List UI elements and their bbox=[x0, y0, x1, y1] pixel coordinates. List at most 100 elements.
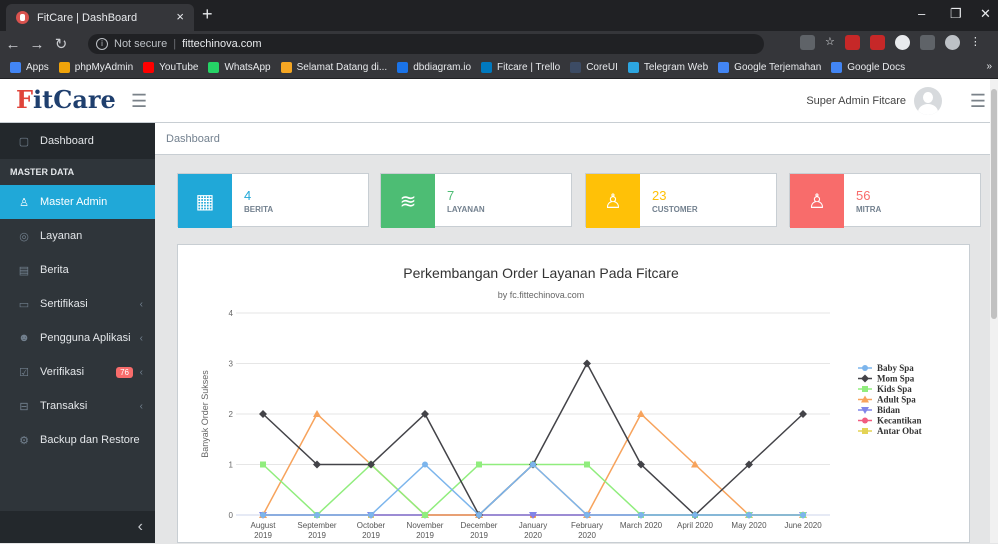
bookmark-label: Google Terjemahan bbox=[734, 62, 822, 73]
tab-close-icon[interactable]: × bbox=[176, 9, 184, 24]
bookmark-label: YouTube bbox=[159, 62, 199, 73]
sidebar-collapse-button[interactable]: ‹ bbox=[0, 511, 155, 543]
data-point-baby-spa[interactable] bbox=[314, 512, 320, 518]
bookmark-coreui[interactable]: CoreUI bbox=[570, 62, 618, 73]
sidebar-item-sertifikasi[interactable]: ▭ Sertifikasi ‹ bbox=[0, 287, 155, 321]
y-tick-label: 3 bbox=[229, 360, 234, 369]
new-tab-button[interactable]: + bbox=[202, 4, 213, 25]
sidebar-item-layanan[interactable]: ◎ Layanan bbox=[0, 219, 155, 253]
bookmark-youtube[interactable]: YouTube bbox=[143, 62, 198, 73]
close-window-icon[interactable]: ✕ bbox=[980, 6, 991, 22]
sidebar-item-label: Layanan bbox=[40, 230, 83, 242]
data-point-baby-spa[interactable] bbox=[368, 512, 374, 518]
data-point-baby-spa[interactable] bbox=[800, 512, 806, 518]
data-point-baby-spa[interactable] bbox=[746, 512, 752, 518]
data-point-baby-spa[interactable] bbox=[422, 461, 428, 468]
bookmark-selamat-datang-di[interactable]: Selamat Datang di... bbox=[280, 62, 388, 73]
data-point-baby-spa[interactable] bbox=[476, 512, 482, 518]
legend-item-bidan[interactable]: Bidan bbox=[858, 405, 900, 415]
legend-label: Mom Spa bbox=[877, 374, 915, 384]
legend-marker[interactable] bbox=[862, 386, 868, 392]
info-icon[interactable]: i bbox=[96, 38, 108, 50]
avatar[interactable] bbox=[914, 87, 942, 115]
record-icon[interactable] bbox=[894, 35, 910, 50]
sidebar-item-label: Berita bbox=[40, 264, 69, 276]
bookmark-google-terjemahan[interactable]: Google Terjemahan bbox=[718, 62, 821, 73]
address-bar[interactable]: i Not secure | fittechinova.com bbox=[88, 34, 764, 54]
browser-tab[interactable]: FitCare | DashBoard × bbox=[6, 4, 194, 31]
sidebar-item-verifikasi[interactable]: ☑ Verifikasi 76 ‹ bbox=[0, 355, 155, 389]
bookmark-google-docs[interactable]: Google Docs bbox=[831, 62, 905, 73]
legend-marker[interactable] bbox=[862, 417, 868, 424]
bookmark-apps[interactable]: Apps bbox=[10, 62, 49, 73]
sidebar-item-transaksi[interactable]: ⊟ Transaksi ‹ bbox=[0, 389, 155, 423]
bookmark-dbdiagram-io[interactable]: dbdiagram.io bbox=[397, 62, 471, 73]
data-point-kids-spa[interactable] bbox=[260, 461, 266, 468]
legend-item-kids-spa[interactable]: Kids Spa bbox=[858, 384, 912, 394]
scrollbar-thumb[interactable] bbox=[991, 89, 997, 319]
sidebar-item-dashboard[interactable]: ▢ Dashboard bbox=[0, 123, 155, 159]
bookmark-icon bbox=[143, 62, 155, 73]
data-point-baby-spa[interactable] bbox=[692, 512, 698, 518]
fitcare-logo[interactable]: FitCare bbox=[16, 85, 116, 114]
sidebar-item-master-admin[interactable]: ♙ Master Admin bbox=[0, 185, 155, 219]
sidebar-item-backup-dan-restore[interactable]: ⚙ Backup dan Restore bbox=[0, 423, 155, 457]
minimize-icon[interactable]: – bbox=[918, 6, 925, 21]
data-point-baby-spa[interactable] bbox=[260, 512, 266, 518]
legend-label: Antar Obat bbox=[877, 426, 922, 436]
bookmark-whatsapp[interactable]: WhatsApp bbox=[208, 62, 271, 73]
reload-icon[interactable]: ↻ bbox=[50, 35, 72, 53]
data-point-kids-spa[interactable] bbox=[422, 512, 428, 518]
legend-marker[interactable] bbox=[861, 374, 869, 383]
data-point-baby-spa[interactable] bbox=[584, 512, 590, 518]
bookmarks-more-icon[interactable]: » bbox=[986, 61, 992, 72]
legend-item-baby-spa[interactable]: Baby Spa bbox=[858, 363, 914, 373]
stat-card-customer: ♙ 23 CUSTOMER bbox=[585, 173, 777, 228]
bookmark-telegram-web[interactable]: Telegram Web bbox=[627, 62, 708, 73]
sidebar-item-label: Dashboard bbox=[40, 135, 94, 147]
legend-item-adult-spa[interactable]: Adult Spa bbox=[858, 395, 916, 405]
sidebar-item-pengguna-aplikasi[interactable]: ☻ Pengguna Aplikasi ‹ bbox=[0, 321, 155, 355]
forward-icon[interactable]: → bbox=[26, 36, 48, 53]
page-scrollbar[interactable] bbox=[990, 79, 998, 543]
bookmark-label: WhatsApp bbox=[224, 62, 271, 73]
sidebar-toggle-icon[interactable]: ☰ bbox=[131, 91, 147, 112]
legend-item-kecantikan[interactable]: Kecantikan bbox=[858, 416, 922, 426]
cart-icon: ⊟ bbox=[19, 400, 29, 413]
data-point-kids-spa[interactable] bbox=[476, 461, 482, 468]
data-point-baby-spa[interactable] bbox=[638, 512, 644, 518]
sidebar-item-label: Backup dan Restore bbox=[40, 434, 140, 446]
y-tick-label: 4 bbox=[229, 309, 234, 318]
back-icon[interactable]: ← bbox=[2, 36, 24, 53]
translate-icon[interactable] bbox=[800, 35, 815, 50]
data-point-baby-spa[interactable] bbox=[530, 461, 536, 468]
profile-icon[interactable] bbox=[944, 35, 960, 50]
pdf-icon[interactable] bbox=[869, 35, 885, 50]
restore-icon[interactable]: ❐ bbox=[950, 6, 962, 22]
aside-menu-icon[interactable]: ☰ bbox=[970, 91, 986, 112]
extension-icon[interactable] bbox=[844, 35, 860, 50]
order-chart: Perkembangan Order Layanan Pada Fitcare b… bbox=[200, 265, 922, 540]
bookmark-label: Selamat Datang di... bbox=[296, 62, 388, 73]
data-point-mom-spa[interactable] bbox=[583, 359, 591, 368]
legend-item-mom-spa[interactable]: Mom Spa bbox=[858, 374, 915, 384]
stat-value: 4 bbox=[244, 188, 252, 203]
legend-marker[interactable] bbox=[862, 428, 868, 434]
star-icon[interactable]: ☆ bbox=[825, 35, 835, 50]
legend-marker[interactable] bbox=[862, 365, 868, 371]
bookmark-fitcare-trello[interactable]: Fitcare | Trello bbox=[481, 62, 560, 73]
data-point-kids-spa[interactable] bbox=[584, 461, 590, 468]
sidebar-item-berita[interactable]: ▤ Berita bbox=[0, 253, 155, 287]
bookmark-label: Fitcare | Trello bbox=[497, 62, 561, 73]
chevron-left-icon: ‹ bbox=[139, 332, 143, 344]
chevron-left-icon: ‹ bbox=[139, 366, 143, 378]
chevron-left-icon: ‹ bbox=[139, 298, 143, 310]
bookmark-icon bbox=[58, 62, 70, 73]
check-square-icon: ☑ bbox=[19, 366, 29, 379]
browser-menu-icon[interactable]: ⋮ bbox=[970, 35, 981, 50]
bookmark-phpmyadmin[interactable]: phpMyAdmin bbox=[58, 62, 133, 73]
x-tick-label: February 2020 bbox=[571, 521, 603, 540]
x-tick-label: December 2019 bbox=[461, 521, 498, 540]
legend-item-antar-obat[interactable]: Antar Obat bbox=[858, 426, 922, 436]
queue-icon[interactable] bbox=[919, 35, 935, 50]
